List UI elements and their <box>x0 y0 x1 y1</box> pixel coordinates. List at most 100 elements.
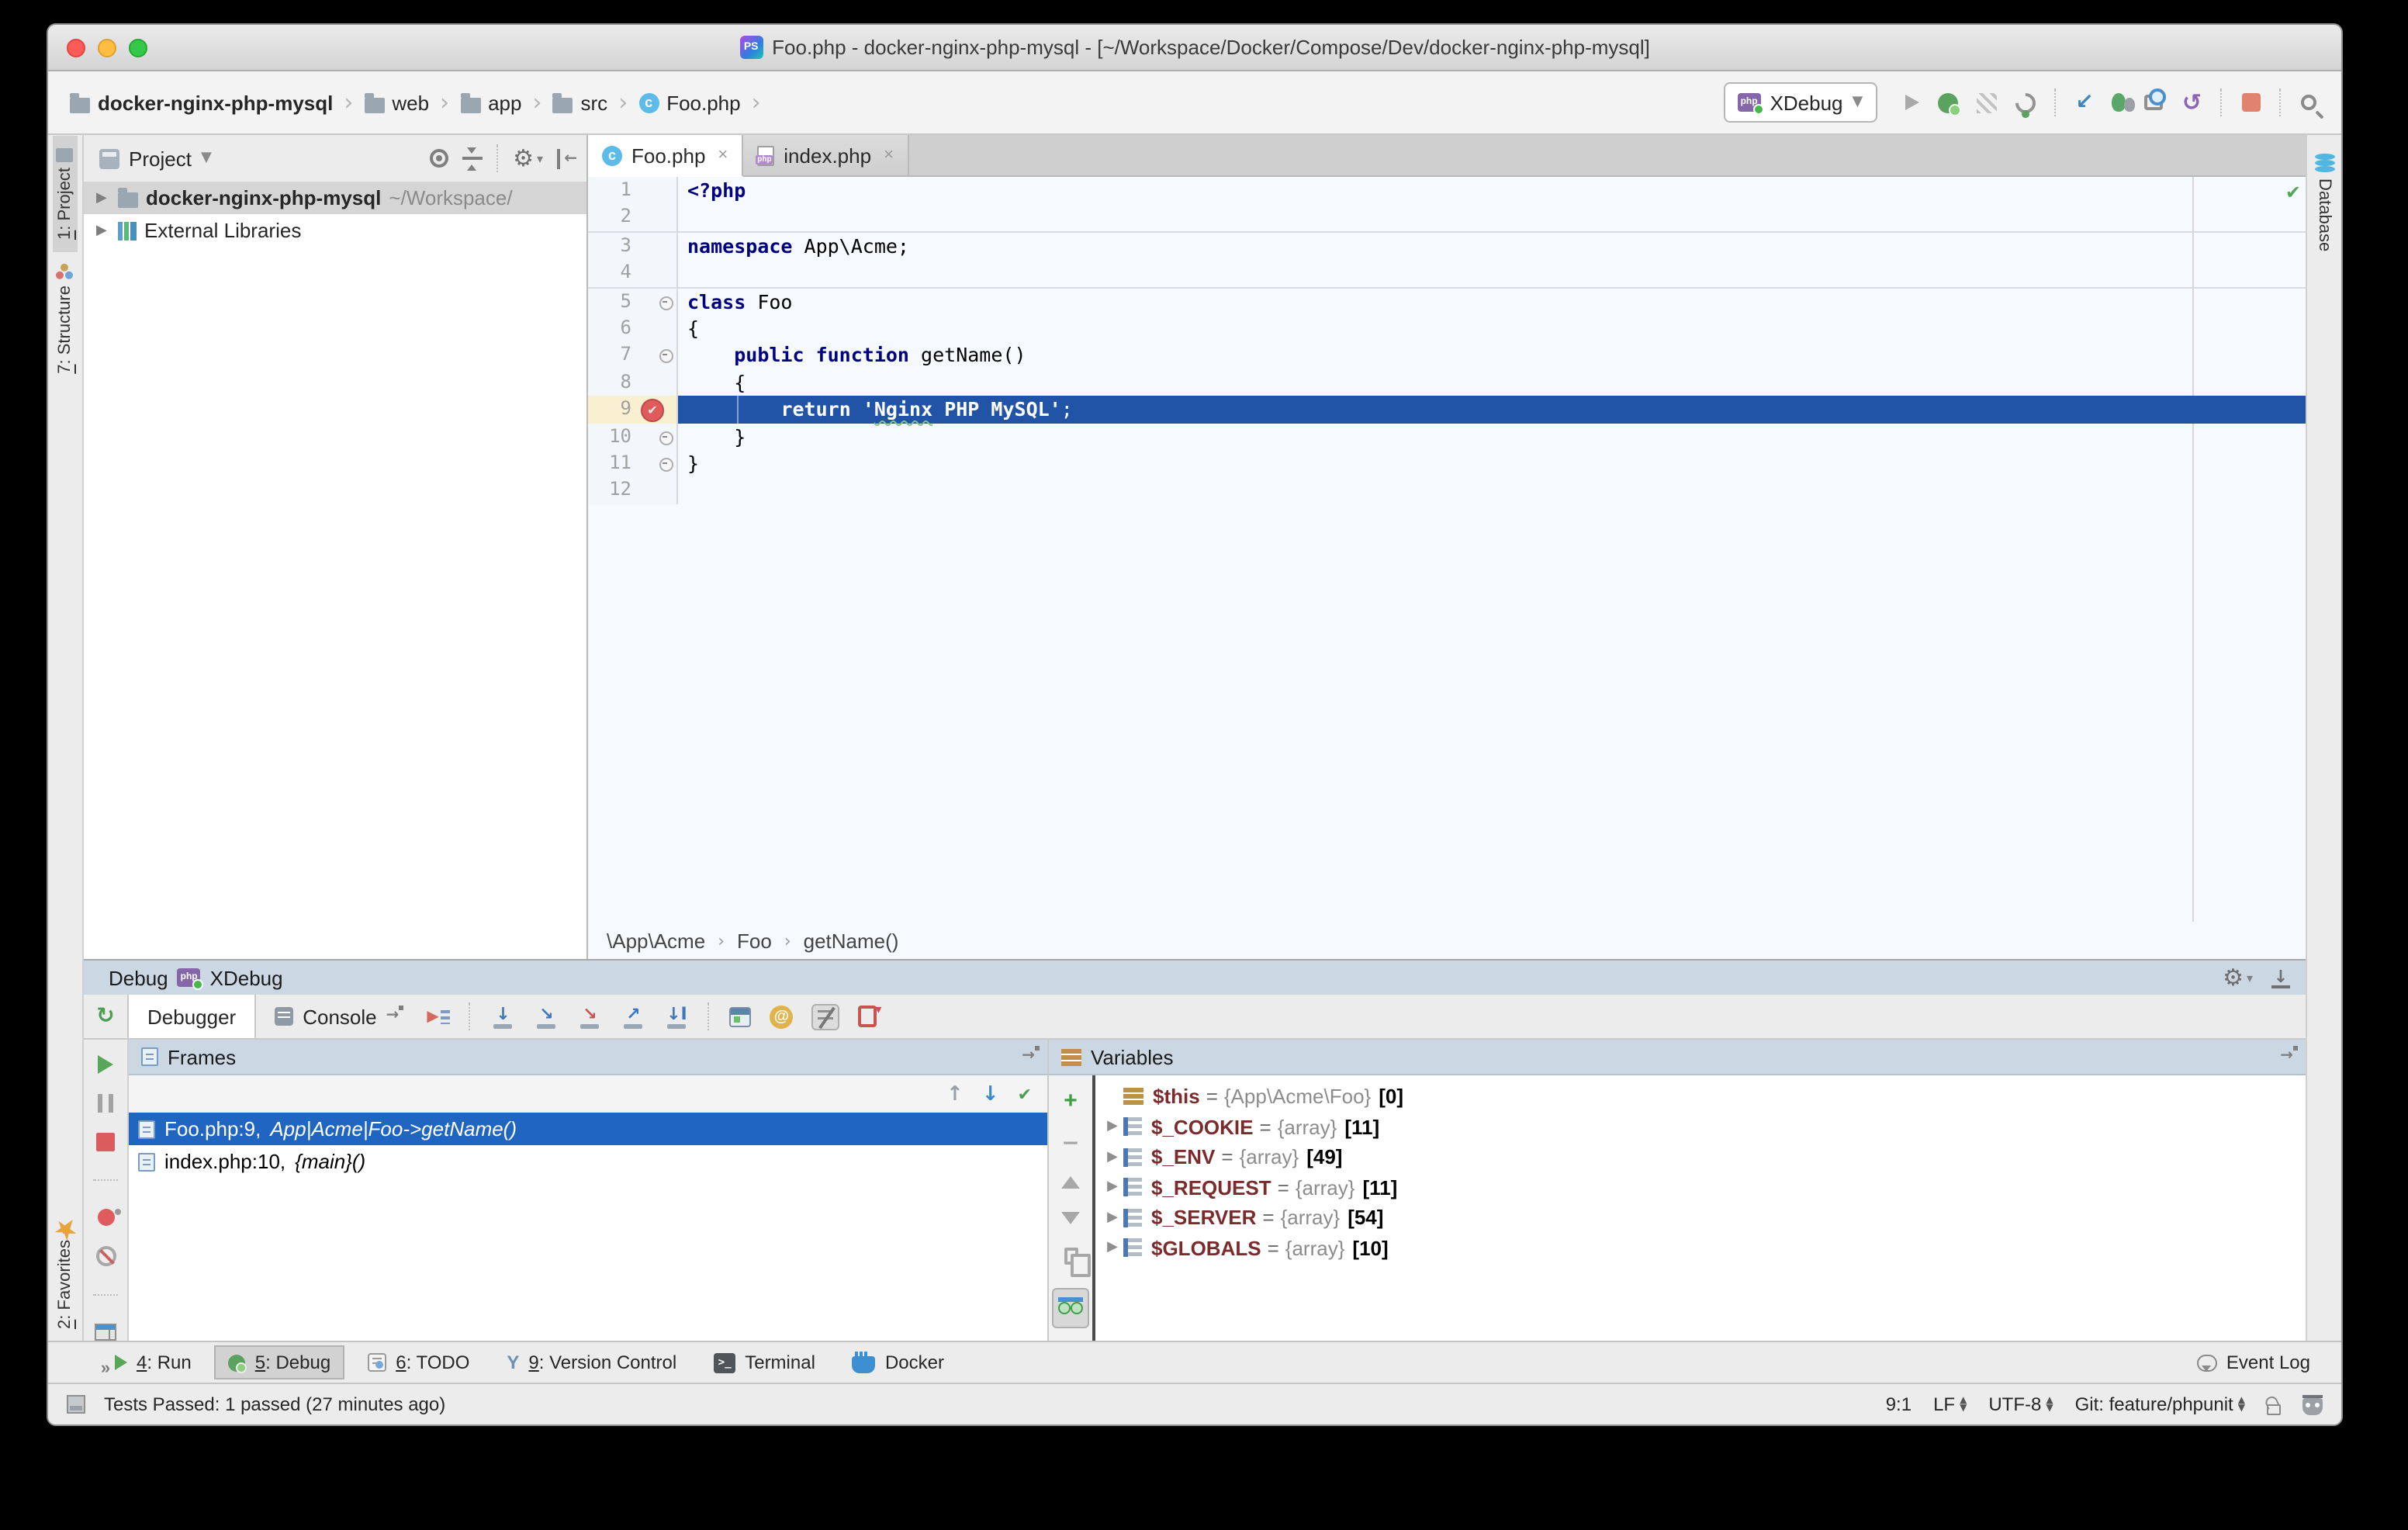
variable-row-_cookie[interactable]: ▶$_COOKIE={array}[11] <box>1095 1112 2306 1142</box>
gear-icon[interactable] <box>513 147 534 170</box>
variable-row-_request[interactable]: ▶$_REQUEST={array}[11] <box>1095 1172 2306 1203</box>
close-window-button[interactable] <box>67 38 85 57</box>
show-watches-icon-wrap[interactable] <box>1052 1288 1089 1328</box>
frame-row[interactable]: Foo.php:9, App|Acme|Foo->getName() <box>129 1113 1047 1145</box>
code-line-4[interactable]: 4 <box>588 259 2306 286</box>
show-execution-point-icon[interactable] <box>427 1006 450 1026</box>
sidebar-item-database[interactable]: Database <box>2311 135 2337 264</box>
variable-row-this[interactable]: $this={App\Acme\Foo}[0] <box>1095 1082 2306 1112</box>
sidebar-item-structure[interactable]: 7: Structure <box>53 252 78 387</box>
toolwindow-button-run[interactable]: 4: Run <box>101 1345 206 1379</box>
expand-arrow-icon[interactable]: ▶ <box>1102 1210 1123 1226</box>
code-line-8[interactable]: 8 { <box>588 369 2306 396</box>
variable-row-globals[interactable]: ▶$GLOBALS={array}[10] <box>1095 1233 2306 1263</box>
code-line-7[interactable]: 7 public function getName() <box>588 342 2306 369</box>
breadcrumb-item-foo-php[interactable]: Foo.php <box>638 91 740 114</box>
recent-devices-icon[interactable] <box>2145 95 2164 110</box>
copy-watch-icon[interactable] <box>1064 1248 1078 1265</box>
run-to-cursor-icon[interactable] <box>664 1005 689 1028</box>
step-into-icon[interactable] <box>534 1005 559 1028</box>
project-root-row[interactable]: ▶ docker-nginx-php-mysql ~/Workspace/ <box>84 182 586 214</box>
run-with-coverage-icon[interactable] <box>1976 92 1996 112</box>
tab-index-php[interactable]: index.php× <box>743 135 909 175</box>
stop-icon[interactable] <box>2242 93 2261 112</box>
expand-arrow-icon[interactable]: ▶ <box>96 223 110 238</box>
pause-icon[interactable] <box>98 1094 113 1113</box>
toolwindow-button-debug[interactable]: 5: Debug <box>215 1345 344 1379</box>
previous-frame-icon[interactable] <box>946 1084 964 1104</box>
rollback-icon[interactable] <box>2182 91 2202 114</box>
tab-foo-php[interactable]: Foo.php× <box>588 135 743 177</box>
next-frame-icon[interactable] <box>982 1084 999 1104</box>
view-breakpoints-icon[interactable] <box>97 1209 114 1226</box>
mute-breakpoints-icon[interactable] <box>95 1246 116 1266</box>
debug-settings-group[interactable]: ▾ <box>2223 966 2253 989</box>
sidebar-item-project[interactable]: 1: Project <box>53 135 78 252</box>
toolwindow-button-todo[interactable]: 6: TODO <box>354 1345 483 1379</box>
close-icon[interactable]: × <box>718 146 728 164</box>
fold-marker-icon[interactable] <box>659 350 673 364</box>
hide-toolwindow-icon[interactable] <box>2271 968 2290 988</box>
line-ending-widget[interactable]: LF ▲▼ <box>1933 1393 1967 1415</box>
search-everywhere-icon[interactable] <box>2301 95 2316 110</box>
project-settings-group[interactable]: ▾ <box>513 147 543 170</box>
evaluate-expression-icon[interactable] <box>729 1006 751 1026</box>
editor-breadcrumb-item[interactable]: getName() <box>804 929 899 952</box>
inspection-ok-check-icon[interactable]: ✔ <box>2285 183 2301 202</box>
code-line-3[interactable]: 3namespace App\Acme; <box>588 231 2306 260</box>
toolwindow-button-docker[interactable]: Docker <box>839 1345 958 1379</box>
project-view-dropdown-icon[interactable]: ▼ <box>201 151 212 166</box>
toolwindow-button-terminal[interactable]: Terminal <box>700 1345 829 1379</box>
fold-marker-icon[interactable] <box>659 431 673 445</box>
minimize-window-button[interactable] <box>98 38 116 57</box>
breadcrumb-item-app[interactable]: app <box>460 91 521 114</box>
resume-icon[interactable] <box>98 1055 113 1074</box>
run-configuration-select[interactable]: XDebug ▼ <box>1724 82 1877 123</box>
expand-arrow-icon[interactable]: ▶ <box>96 190 110 206</box>
hide-library-frames-icon[interactable] <box>1018 1085 1032 1102</box>
collapse-all-icon[interactable] <box>462 148 482 168</box>
breakpoint-icon[interactable] <box>641 399 664 422</box>
listen-php-debug-icon[interactable] <box>2011 88 2040 117</box>
frame-row[interactable]: index.php:10, {main}() <box>129 1145 1047 1178</box>
line-breakpoints-toggle-icon[interactable] <box>811 1003 839 1030</box>
code-area[interactable]: 1<?php23namespace App\Acme;45class Foo6{… <box>588 177 2306 922</box>
code-line-5[interactable]: 5class Foo <box>588 286 2306 315</box>
event-log-button[interactable]: Event Log <box>2197 1352 2310 1373</box>
variable-row-_server[interactable]: ▶$_SERVER={array}[54] <box>1095 1203 2306 1233</box>
code-line-6[interactable]: 6{ <box>588 315 2306 342</box>
step-over-icon[interactable] <box>490 1005 515 1028</box>
expand-arrow-icon[interactable]: ▶ <box>1102 1150 1123 1165</box>
focus-variables-icon[interactable] <box>2280 1049 2293 1064</box>
breadcrumb-item-docker-nginx-php-mysql[interactable]: docker-nginx-php-mysql <box>70 91 333 114</box>
add-watch-icon[interactable] <box>1064 1091 1078 1111</box>
sidebar-item-favorites[interactable]: 2: Favorites <box>51 1213 79 1341</box>
debug-tab-debugger[interactable]: Debugger <box>127 995 256 1038</box>
focus-frame-icon[interactable] <box>1022 1049 1035 1064</box>
remove-watch-icon[interactable] <box>1061 1134 1079 1153</box>
breadcrumb-item-web[interactable]: web <box>364 91 429 114</box>
code-line-12[interactable]: 12 <box>588 477 2306 504</box>
caret-position-widget[interactable]: 9:1 <box>1886 1393 1912 1415</box>
code-line-9[interactable]: 9 return 'Nginx PHP MySQL'; <box>588 396 2306 423</box>
code-line-1[interactable]: 1<?php <box>588 177 2306 204</box>
editor-breadcrumb-item[interactable]: Foo <box>737 929 772 952</box>
code-line-2[interactable]: 2 <box>588 204 2306 231</box>
git-branch-widget[interactable]: Git: feature/phpunit ▲▼ <box>2075 1393 2245 1415</box>
debug-tab-console[interactable]: Console <box>256 995 417 1038</box>
variable-row-_env[interactable]: ▶$_ENV={array}[49] <box>1095 1142 2306 1172</box>
restore-layout-icon[interactable] <box>95 1324 116 1341</box>
code-line-11[interactable]: 11} <box>588 450 2306 477</box>
force-step-into-icon[interactable] <box>577 1005 602 1028</box>
more-icon[interactable] <box>101 1361 110 1378</box>
gear-icon[interactable] <box>2223 966 2244 989</box>
highlighting-level-icon[interactable] <box>2302 1397 2323 1414</box>
external-libraries-row[interactable]: ▶ External Libraries <box>84 214 586 247</box>
breadcrumb-item-src[interactable]: src <box>553 91 608 114</box>
move-watch-down-icon[interactable] <box>1061 1212 1080 1224</box>
zoom-window-button[interactable] <box>129 38 147 57</box>
expand-arrow-icon[interactable]: ▶ <box>1102 1120 1123 1135</box>
code-line-10[interactable]: 10 } <box>588 423 2306 450</box>
run-icon[interactable] <box>1905 95 1918 110</box>
step-out-icon[interactable] <box>621 1005 645 1028</box>
